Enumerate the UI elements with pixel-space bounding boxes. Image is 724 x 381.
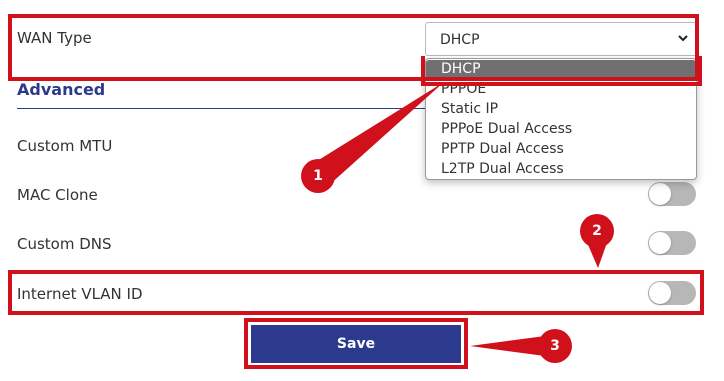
wan-option-l2tp-dual-access[interactable]: L2TP Dual Access [426, 160, 696, 180]
callout-badge-2: 2 [580, 214, 614, 248]
mac-clone-label: MAC Clone [17, 186, 98, 204]
wan-option-pptp-dual-access[interactable]: PPTP Dual Access [426, 140, 696, 160]
custom-mtu-label: Custom MTU [17, 137, 113, 155]
custom-dns-label: Custom DNS [17, 235, 112, 253]
advanced-section-title: Advanced [17, 80, 106, 99]
wan-settings-panel: WAN Type DHCP Advanced Custom MTU MAC Cl… [0, 0, 724, 381]
section-divider [17, 108, 425, 109]
toggle-knob [649, 183, 671, 205]
dropdown-first-option-highlight-box [421, 56, 702, 86]
custom-dns-toggle[interactable] [648, 231, 696, 255]
callout-badge-1: 1 [301, 159, 335, 193]
wan-option-static-ip[interactable]: Static IP [426, 100, 696, 120]
vlan-row-highlight-box [8, 270, 704, 315]
callout-3-pointer [470, 336, 545, 356]
wan-option-pppoe-dual-access[interactable]: PPPoE Dual Access [426, 120, 696, 140]
toggle-knob [649, 232, 671, 254]
mac-clone-toggle[interactable] [648, 182, 696, 206]
callout-badge-3: 3 [538, 329, 572, 363]
save-button-highlight-box [244, 318, 468, 369]
